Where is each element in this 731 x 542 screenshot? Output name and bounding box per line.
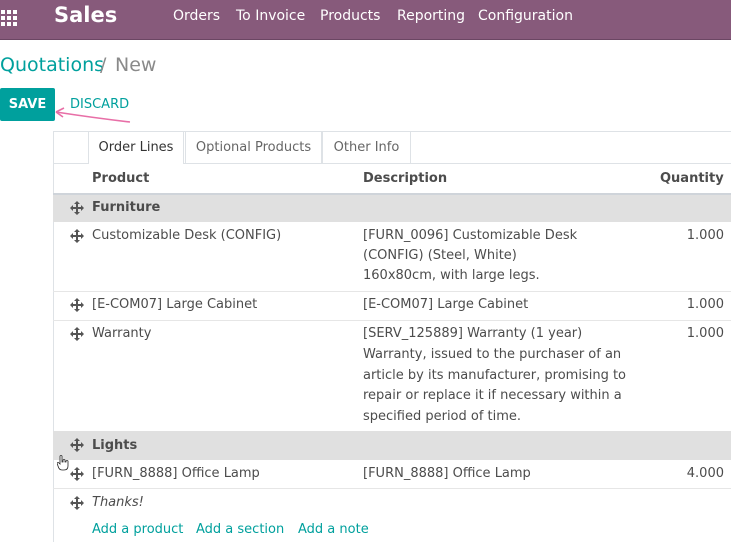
app-brand[interactable]: Sales: [54, 3, 117, 27]
hand-cursor-icon: [57, 455, 69, 471]
save-button[interactable]: SAVE: [0, 88, 55, 121]
menu-reporting[interactable]: Reporting: [397, 8, 465, 24]
row-divider: [53, 488, 731, 489]
menu-orders[interactable]: Orders: [173, 8, 220, 24]
line-product-warranty[interactable]: Warranty: [92, 324, 151, 344]
line-quantity-desk[interactable]: 1.000: [644, 228, 724, 243]
menu-configuration[interactable]: Configuration: [478, 8, 573, 24]
line-product-desk[interactable]: Customizable Desk (CONFIG): [92, 226, 281, 246]
column-header-quantity[interactable]: Quantity: [660, 171, 724, 186]
tab-optional-products[interactable]: Optional Products: [185, 131, 322, 164]
menu-products[interactable]: Products: [320, 8, 380, 24]
annotation-arrow: [55, 107, 131, 123]
drag-handle-icon[interactable]: [70, 229, 84, 243]
menu-to-invoice[interactable]: To Invoice: [236, 8, 305, 24]
breadcrumb-current: New: [115, 54, 157, 76]
column-header-description[interactable]: Description: [363, 171, 447, 186]
section-label-furniture: Furniture: [92, 200, 161, 215]
drag-handle-icon[interactable]: [70, 467, 84, 481]
line-description-warranty-2[interactable]: Warranty, issued to the purchaser of an: [363, 345, 621, 365]
row-divider: [53, 320, 731, 321]
line-quantity-warranty[interactable]: 1.000: [644, 326, 724, 341]
line-description-warranty-5[interactable]: specified period of time.: [363, 407, 521, 427]
line-description-lamp[interactable]: [FURN_8888] Office Lamp: [363, 464, 531, 484]
add-note-link[interactable]: Add a note: [298, 522, 369, 537]
breadcrumb-quotations[interactable]: Quotations: [0, 54, 104, 76]
line-quantity-lamp[interactable]: 4.000: [644, 466, 724, 481]
line-note-thanks[interactable]: Thanks!: [92, 493, 144, 513]
top-navbar: Sales Orders To Invoice Products Reporti…: [0, 0, 731, 40]
drag-handle-icon[interactable]: [70, 496, 84, 510]
drag-handle-icon[interactable]: [70, 201, 84, 215]
line-description-cabinet[interactable]: [E-COM07] Large Cabinet: [363, 295, 528, 315]
tab-order-lines[interactable]: Order Lines: [88, 131, 184, 164]
column-header-product[interactable]: Product: [92, 171, 149, 186]
breadcrumb-separator: /: [100, 54, 107, 76]
line-description-warranty-3[interactable]: article by its manufacturer, promising t…: [363, 366, 626, 386]
line-description-desk-3[interactable]: 160x80cm, with large legs.: [363, 266, 540, 286]
line-product-lamp[interactable]: [FURN_8888] Office Lamp: [92, 464, 260, 484]
section-label-lights: Lights: [92, 438, 138, 453]
drag-handle-icon[interactable]: [70, 438, 84, 452]
section-row-lights[interactable]: [53, 431, 731, 460]
drag-handle-icon[interactable]: [70, 298, 84, 312]
line-product-cabinet[interactable]: [E-COM07] Large Cabinet: [92, 295, 257, 315]
line-description-warranty-4[interactable]: repair or replace it if necessary within…: [363, 386, 622, 406]
drag-handle-icon[interactable]: [70, 327, 84, 341]
apps-grid-icon[interactable]: [0, 9, 20, 29]
row-divider: [53, 291, 731, 292]
line-description-desk-2[interactable]: (CONFIG) (Steel, White): [363, 246, 517, 266]
line-description-desk-1[interactable]: [FURN_0096] Customizable Desk: [363, 226, 577, 246]
tab-other-info[interactable]: Other Info: [322, 131, 411, 164]
line-quantity-cabinet[interactable]: 1.000: [644, 297, 724, 312]
line-description-warranty-1[interactable]: [SERV_125889] Warranty (1 year): [363, 324, 582, 344]
add-product-link[interactable]: Add a product: [92, 522, 183, 537]
add-section-link[interactable]: Add a section: [196, 522, 284, 537]
